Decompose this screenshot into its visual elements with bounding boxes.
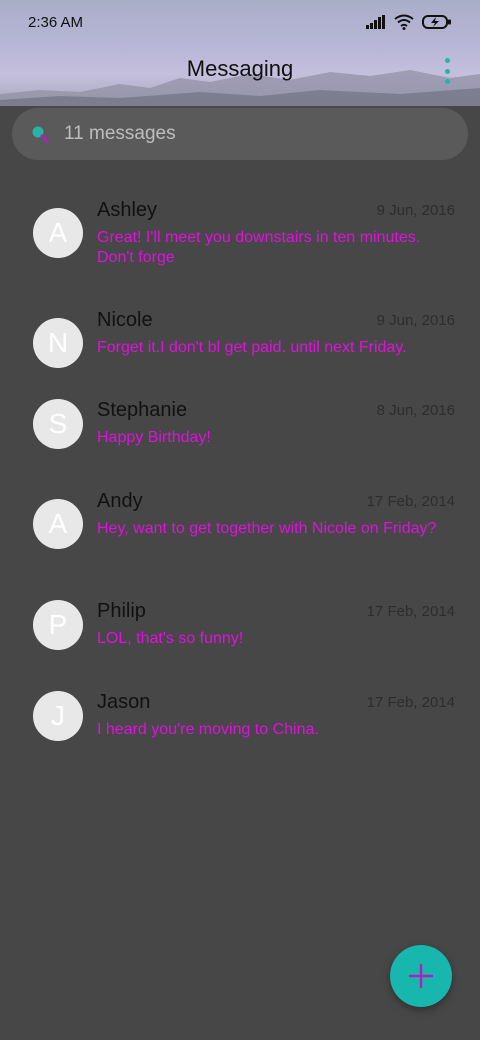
contact-name: Nicole xyxy=(97,309,153,331)
status-bar: 2:36 AM xyxy=(0,0,480,44)
message-snippet: Great! I'll meet you downstairs in ten m… xyxy=(97,229,421,266)
app-title: Messaging xyxy=(186,56,294,81)
status-icons xyxy=(366,14,452,30)
avatar: P xyxy=(33,600,83,650)
conversation-item[interactable]: N Nicole 9 Jun, 2016 Forget it.I don't b… xyxy=(0,290,480,380)
contact-name: Philip xyxy=(97,600,146,622)
avatar: N xyxy=(33,318,83,368)
conversation-item[interactable]: A Andy 17 Feb, 2014 Hey, want to get tog… xyxy=(0,471,480,581)
status-time: 2:36 AM xyxy=(28,13,84,31)
more-vert-icon xyxy=(444,58,450,63)
message-snippet: Hey, want to get together with Nicole on… xyxy=(97,520,437,537)
message-date: 9 Jun, 2016 xyxy=(376,312,455,329)
wifi-icon xyxy=(394,14,414,30)
new-message-button[interactable] xyxy=(390,945,452,1007)
conversation-item[interactable]: S Stephanie 8 Jun, 2016 Happy Birthday! xyxy=(0,380,480,471)
avatar: S xyxy=(33,399,83,449)
signal-icon xyxy=(366,15,385,29)
battery-charging-icon xyxy=(422,15,451,29)
message-date: 9 Jun, 2016 xyxy=(376,202,455,219)
search-icon xyxy=(32,126,49,143)
avatar: A xyxy=(33,208,83,258)
message-date: 17 Feb, 2014 xyxy=(366,603,455,620)
contact-name: Jason xyxy=(97,691,151,713)
message-snippet: Happy Birthday! xyxy=(97,429,211,446)
avatar: J xyxy=(33,691,83,741)
message-date: 17 Feb, 2014 xyxy=(366,694,455,711)
message-snippet: LOL, that's so funny! xyxy=(97,630,244,647)
avatar: A xyxy=(33,499,83,549)
contact-name: Ashley xyxy=(97,199,158,221)
conversation-item[interactable]: J Jason 17 Feb, 2014 I heard you're movi… xyxy=(0,672,480,763)
contact-name: Stephanie xyxy=(97,399,188,421)
add-icon xyxy=(408,963,434,989)
message-snippet: Forget it.I don't bl get paid. until nex… xyxy=(97,339,407,356)
message-snippet: I heard you're moving to China. xyxy=(97,721,319,738)
more-options-button[interactable] xyxy=(442,58,452,84)
conversation-item[interactable]: P Philip 17 Feb, 2014 LOL, that's so fun… xyxy=(0,581,480,672)
message-date: 8 Jun, 2016 xyxy=(376,402,455,419)
conversation-item[interactable]: A Ashley 9 Jun, 2016 Great! I'll meet yo… xyxy=(0,180,480,290)
message-date: 17 Feb, 2014 xyxy=(366,493,455,510)
search-input[interactable] xyxy=(64,123,424,145)
search-bar[interactable] xyxy=(12,108,468,160)
contact-name: Andy xyxy=(97,490,143,512)
